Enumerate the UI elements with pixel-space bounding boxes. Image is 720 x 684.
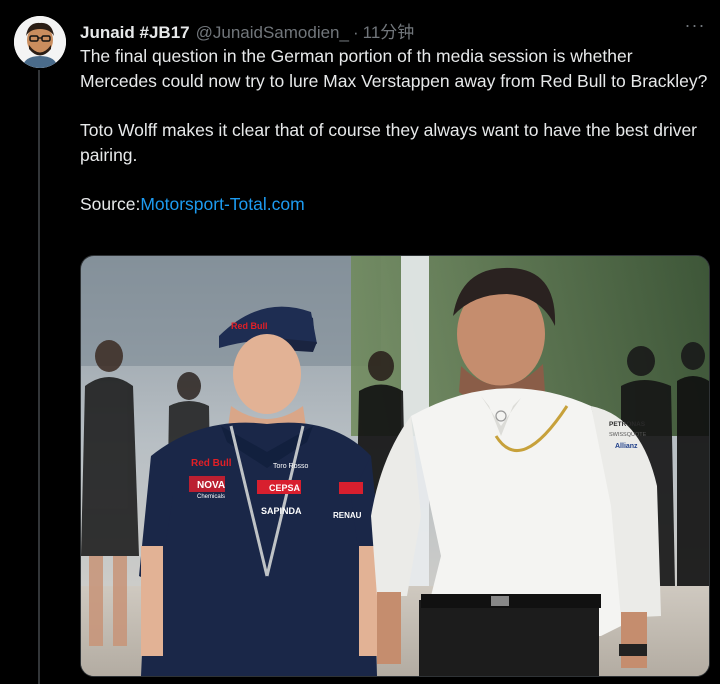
tweet-paragraph-1: The final question in the German portion… [80,46,708,91]
shirt-logo-allianz: Allianz [615,443,638,450]
tweet-header: Junaid #JB17 @JunaidSamodien_ · 11分钟 [80,18,414,42]
source-label: Source: [80,194,141,214]
photo-illustration: Red Bull Red Bull NOVA Chemicals CEPSA S… [81,256,709,676]
shirt-logo-nova-sub: Chemicals [197,494,225,500]
tweet-paragraph-2: Toto Wolff makes it clear that of course… [80,120,698,165]
avatar[interactable] [14,16,66,68]
author-display-name[interactable]: Junaid #JB17 [80,23,190,43]
tweet-text: The final question in the German portion… [80,44,710,217]
shirt-logo-petronas: PETRONAS [609,421,646,428]
tweet-timestamp[interactable]: 11分钟 [363,18,415,43]
tweet-source-line: Source:Motorsport-Total.com [80,192,710,217]
shirt-logo-swiss: SWISSQUOTE [609,432,647,438]
source-link[interactable]: Motorsport-Total.com [140,194,304,214]
shirt-logo-cepsa: CEPSA [269,483,301,493]
avatar-illustration [14,16,66,68]
author-handle[interactable]: @JunaidSamodien_ [196,23,349,43]
shirt-logo-toro: Toro Rosso [273,463,309,470]
shirt-logo-renault: RENAU [333,511,362,520]
shirt-logo-nova: NOVA [197,480,225,491]
thread-line [38,70,40,684]
shirt-logo-sapinda: SAPINDA [261,506,302,516]
more-options-icon[interactable]: ··· [682,14,708,40]
shirt-logo-redbull: Red Bull [191,458,232,469]
separator-dot: · [352,23,359,42]
cap-logo: Red Bull [231,321,268,331]
tweet[interactable]: Junaid #JB17 @JunaidSamodien_ · 11分钟 ···… [0,0,720,684]
tweet-photo[interactable]: Red Bull Red Bull NOVA Chemicals CEPSA S… [80,255,710,677]
